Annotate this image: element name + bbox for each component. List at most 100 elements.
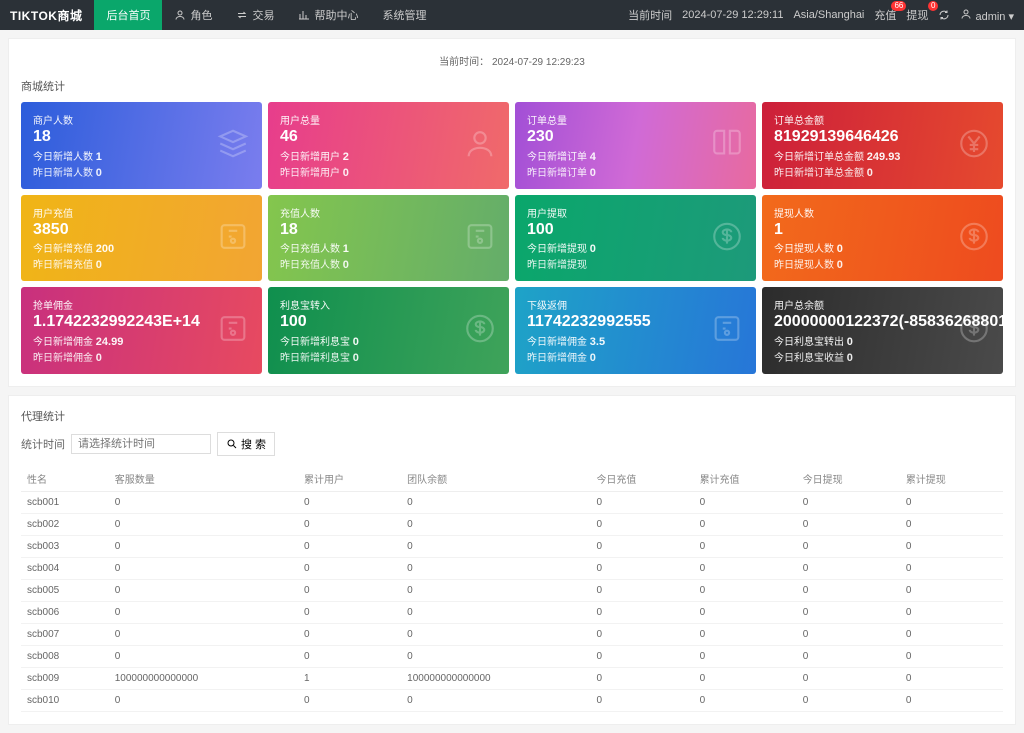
table-cell: 0 [694,689,797,711]
table-row[interactable]: scb0080000000 [21,645,1003,667]
table-cell: 0 [401,535,590,557]
card-yesterday: 昨日充值人数 0 [280,256,497,271]
table-col: 性名 [21,466,109,492]
refresh-icon[interactable] [938,9,950,21]
nav-label: 系统管理 [382,7,426,23]
card-yesterday: 昨日新增佣金 0 [527,349,744,364]
table-cell: 0 [590,513,693,535]
table-cell: 0 [401,623,590,645]
stat-card-2[interactable]: 订单总量230今日新增订单 4昨日新增订单 0 [515,102,756,189]
table-cell: 0 [900,513,1003,535]
withdraw-link[interactable]: 提现 [906,7,928,23]
table-cell: 0 [401,513,590,535]
table-cell: 0 [797,535,900,557]
card-yesterday: 昨日新增订单 0 [527,164,744,179]
table-col: 今日提现 [797,466,900,492]
table-cell: scb009 [21,667,109,689]
table-cell: 0 [694,579,797,601]
table-cell: 0 [298,579,401,601]
nav-system[interactable]: 系统管理 [370,0,438,30]
table-col: 客服数量 [109,466,298,492]
table-row[interactable]: scb0040000000 [21,557,1003,579]
edit-icon [463,219,497,256]
filter-date-input[interactable] [71,434,211,454]
table-row[interactable]: scb0091000000000000001100000000000000000… [21,667,1003,689]
edit-icon [710,312,744,349]
table-cell: scb006 [21,601,109,623]
table-cell: 0 [401,557,590,579]
table-row[interactable]: scb0070000000 [21,623,1003,645]
table-cell: 0 [590,557,693,579]
stat-card-7[interactable]: 提现人数1今日提现人数 0昨日提现人数 0 [762,195,1003,282]
recharge-link[interactable]: 充值 [874,7,896,23]
table-cell: 0 [900,491,1003,513]
table-cell: 1 [298,667,401,689]
table-cell: 0 [797,579,900,601]
nav-role[interactable]: 角色 [162,0,224,30]
table-cell: 0 [298,535,401,557]
table-cell: 0 [797,491,900,513]
table-cell: 0 [298,623,401,645]
stack-icon [216,127,250,164]
table-cell: 0 [797,623,900,645]
card-yesterday: 昨日新增佣金 0 [33,349,250,364]
table-col: 累计提现 [900,466,1003,492]
nav-help[interactable]: 帮助中心 [286,0,370,30]
table-row[interactable]: scb0050000000 [21,579,1003,601]
table-cell: 0 [109,579,298,601]
table-row[interactable]: scb0060000000 [21,601,1003,623]
agent-table: 性名客服数量累计用户团队余额今日充值累计充值今日提现累计提现 scb001000… [21,466,1003,712]
book-icon [710,127,744,164]
nav-trade[interactable]: 交易 [224,0,286,30]
table-row[interactable]: scb0030000000 [21,535,1003,557]
table-cell: scb001 [21,491,109,513]
stat-card-9[interactable]: 利息宝转入100今日新增利息宝 0昨日新增利息宝 0 [268,287,509,374]
card-yesterday: 昨日新增人数 0 [33,164,250,179]
yen-icon [957,127,991,164]
table-cell: 0 [109,513,298,535]
search-icon [226,438,238,450]
stat-card-3[interactable]: 订单总金额81929139646426今日新增订单总金额 249.93昨日新增订… [762,102,1003,189]
table-cell: 0 [298,645,401,667]
filter-label: 统计时间 [21,436,65,452]
table-cell: 0 [590,579,693,601]
overview-panel: 当前时间： 2024-07-29 12:29:23 商城统计 商户人数18今日新… [8,38,1016,387]
agent-title: 代理统计 [21,408,1003,424]
table-cell: 100000000000000 [401,667,590,689]
stat-card-10[interactable]: 下级返佣11742232992555今日新增佣金 3.5昨日新增佣金 0 [515,287,756,374]
stat-card-1[interactable]: 用户总量46今日新增用户 2昨日新增用户 0 [268,102,509,189]
table-cell: 0 [900,579,1003,601]
stat-card-6[interactable]: 用户提取100今日新增提现 0昨日新增提现 [515,195,756,282]
card-yesterday: 昨日新增提现 [527,256,744,271]
card-title: 订单总金额 [774,112,991,127]
timezone: Asia/Shanghai [793,9,864,21]
table-cell: 0 [109,645,298,667]
table-cell: 0 [401,579,590,601]
dollar-icon [710,219,744,256]
card-title: 用户充值 [33,205,250,220]
nav: 后台首页 角色 交易 帮助中心 系统管理 [94,0,438,30]
stat-card-8[interactable]: 抢单佣金1.1742232992243E+14今日新增佣金 24.99昨日新增佣… [21,287,262,374]
table-cell: 0 [900,601,1003,623]
table-row[interactable]: scb0020000000 [21,513,1003,535]
table-cell: scb003 [21,535,109,557]
stat-card-5[interactable]: 充值人数18今日充值人数 1昨日充值人数 0 [268,195,509,282]
nav-home[interactable]: 后台首页 [94,0,162,30]
table-cell: 0 [109,557,298,579]
search-button[interactable]: 搜 索 [217,432,275,456]
table-row[interactable]: scb0010000000 [21,491,1003,513]
card-title: 提现人数 [774,205,991,220]
user-icon [174,9,186,21]
filter-bar: 统计时间 搜 索 [21,432,1003,456]
stat-card-0[interactable]: 商户人数18今日新增人数 1昨日新增人数 0 [21,102,262,189]
stat-card-11[interactable]: 用户总余额20000000122372(-8583626880104.5)今日利… [762,287,1003,374]
table-cell: 0 [590,601,693,623]
brand: TIKTOK商城 [10,7,82,24]
stat-card-4[interactable]: 用户充值3850今日新增充值 200昨日新增充值 0 [21,195,262,282]
table-row[interactable]: scb0100000000 [21,689,1003,711]
user-menu[interactable]: admin ▾ [960,8,1014,23]
card-title: 利息宝转入 [280,297,497,312]
table-cell: 0 [298,601,401,623]
nav-label: 角色 [190,7,212,23]
table-cell: 0 [694,513,797,535]
